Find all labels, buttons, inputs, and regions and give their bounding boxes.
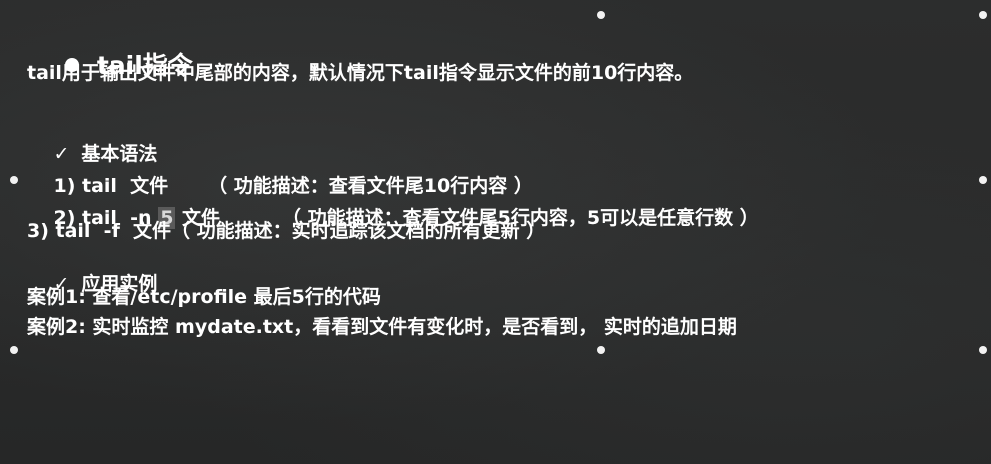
frame-dot-bottom-right <box>979 346 987 354</box>
syntax-item-3: 3) tail -f 文件（ 功能描述：实时追踪该文档的所有更新 ） <box>27 220 546 242</box>
frame-dot-top-right <box>979 11 987 19</box>
frame-dot-mid-right <box>979 176 987 184</box>
example-case-2: 案例2: 实时监控 mydate.txt，看看到文件有变化时，是否看到， 实时的… <box>27 316 737 338</box>
example-case-1: 案例1: 查看/etc/profile 最后5行的代码 <box>27 286 381 308</box>
frame-dot-bottom-left <box>10 346 18 354</box>
frame-dot-bottom-center <box>597 346 605 354</box>
chalkboard-background: tail指令 tail用于输出文件中尾部的内容，默认情况下tail指令显示文件的… <box>0 0 991 464</box>
intro-text: tail用于输出文件中尾部的内容，默认情况下tail指令显示文件的前10行内容。 <box>27 62 694 84</box>
frame-dot-top-center <box>597 11 605 19</box>
frame-dot-mid-left <box>10 176 18 184</box>
